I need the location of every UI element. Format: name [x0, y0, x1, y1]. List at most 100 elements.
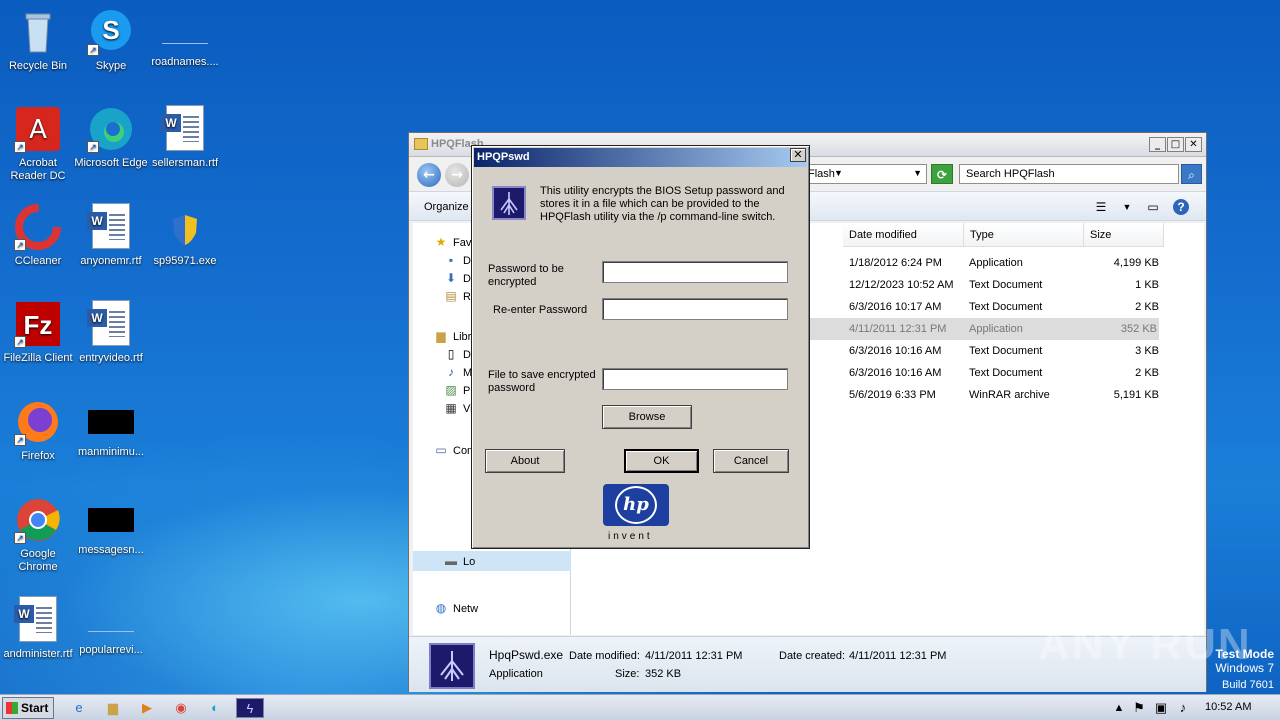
desktop-icon-skype[interactable]: S ↗ Skype	[73, 8, 149, 73]
desktop-icon-chrome[interactable]: ↗ Google Chrome	[0, 496, 76, 574]
desktop-icon: ▪	[448, 253, 454, 267]
minimize-button[interactable]: _	[1149, 137, 1166, 152]
reenter-password-label: Re-enter Password	[493, 304, 588, 316]
music-icon: ♪	[448, 365, 454, 379]
firefox-icon: ↗	[14, 398, 62, 446]
hpqpswd-dialog: HPQPswd ✕ This utility encrypts the BIOS…	[471, 145, 810, 549]
word-document-icon: W	[87, 203, 135, 251]
hpqpswd-taskbar-icon[interactable]: ϟ	[236, 698, 264, 718]
desktop-icon-ccleaner[interactable]: ↗ CCleaner	[0, 203, 76, 268]
volume-icon[interactable]: ♪	[1172, 698, 1194, 718]
windows-logo-icon	[6, 702, 18, 714]
file-thumbnail-icon	[162, 20, 208, 44]
file-thumbnail-icon	[88, 608, 134, 632]
acrobat-icon: A ↗	[14, 105, 62, 153]
ccleaner-icon: ↗	[14, 203, 62, 251]
search-icon[interactable]: ⌕	[1181, 164, 1202, 184]
edge-icon: ↗	[87, 105, 135, 153]
filezilla-icon: Fz ↗	[14, 300, 62, 348]
desktop-icon-entryvideo[interactable]: W entryvideo.rtf	[73, 300, 149, 365]
network-icon: ◍	[435, 601, 447, 615]
maximize-button[interactable]: □	[1167, 137, 1184, 152]
hp-logo: hp	[603, 484, 669, 526]
ok-button[interactable]: OK	[624, 449, 699, 473]
chrome-taskbar-icon[interactable]: ◉	[170, 698, 192, 718]
desktop-icon-anyonemr[interactable]: W anyonemr.rtf	[73, 203, 149, 268]
password-label: Password to be encrypted	[488, 263, 564, 288]
clock[interactable]: 10:52 AM	[1205, 701, 1251, 713]
file-thumbnail-icon	[88, 508, 134, 532]
network-icon[interactable]: ▣	[1150, 698, 1172, 718]
desktop-icon-sp95971[interactable]: sp95971.exe	[147, 203, 223, 268]
chevron-down-icon[interactable]: ▼	[1119, 199, 1135, 215]
desktop-icon-popularrevi[interactable]: popularrevi...	[73, 596, 149, 657]
desktop-icon-sellersman[interactable]: W sellersman.rtf	[147, 105, 223, 170]
internet-explorer-icon[interactable]: e	[68, 698, 90, 718]
close-button[interactable]: ✕	[1185, 137, 1202, 152]
forward-button[interactable]: →	[445, 163, 469, 187]
desktop-icon-filezilla[interactable]: Fz ↗ FileZilla Client	[0, 300, 76, 365]
edge-taskbar-icon[interactable]: ◐	[204, 698, 226, 718]
hpqpswd-app-icon	[429, 643, 475, 689]
svg-text:A: A	[29, 115, 47, 145]
desktop-icon-andminister[interactable]: W andminister.rtf	[0, 596, 76, 661]
help-icon[interactable]: ?	[1173, 199, 1189, 215]
tray-chevron-up-icon[interactable]: ▲	[1108, 698, 1130, 718]
password-input[interactable]	[602, 261, 788, 283]
preview-pane-icon[interactable]: ▭	[1145, 199, 1161, 215]
folder-icon	[414, 138, 428, 150]
media-player-icon[interactable]: ▶	[136, 698, 158, 718]
column-header-type[interactable]: Type	[964, 223, 1084, 247]
word-document-icon: W	[14, 596, 62, 644]
shortcut-arrow-icon: ↗	[14, 532, 26, 544]
address-input[interactable]: Flash ▼ ▼	[803, 164, 927, 184]
drive-icon: ▬	[445, 554, 457, 568]
word-document-icon: W	[161, 105, 209, 153]
test-mode-label: Test Mode	[1215, 647, 1274, 661]
explorer-taskbar-icon[interactable]: ▆	[102, 698, 124, 718]
desktop-icon-recycle-bin[interactable]: Recycle Bin	[0, 8, 76, 73]
libraries-icon: ▆	[436, 329, 446, 343]
taskbar: Start e ▆ ▶ ◉ ◐ ϟ ▲ ⚑ ▣ ♪ 10:52 AM	[0, 694, 1280, 720]
search-input[interactable]: Search HPQFlash	[959, 164, 1179, 184]
about-button[interactable]: About	[485, 449, 565, 473]
chevron-down-icon[interactable]: ▼	[834, 168, 843, 178]
desktop-icon-acrobat[interactable]: A ↗ Acrobat Reader DC	[0, 105, 76, 183]
organize-button[interactable]: Organize	[424, 201, 469, 213]
shortcut-arrow-icon: ↗	[14, 239, 26, 251]
desktop-icon-roadnames[interactable]: roadnames....	[147, 8, 223, 69]
shortcut-arrow-icon: ↗	[14, 141, 26, 153]
desktop-icon-edge[interactable]: ↗ Microsoft Edge	[73, 105, 149, 170]
desktop-icon-manminimu[interactable]: manminimu...	[73, 398, 149, 459]
dialog-titlebar[interactable]: HPQPswd	[474, 148, 807, 167]
shortcut-arrow-icon: ↗	[87, 141, 99, 153]
details-file-name: HpqPswd.exe	[489, 648, 564, 662]
documents-icon: ▯	[447, 347, 455, 361]
start-button[interactable]: Start	[2, 697, 54, 719]
file-path-input[interactable]	[602, 368, 788, 390]
nav-item-local-disk[interactable]: ▬ Lo	[443, 552, 583, 570]
shield-icon	[161, 203, 209, 251]
dialog-close-button[interactable]: ✕	[790, 148, 806, 162]
star-icon: ★	[435, 235, 447, 249]
view-options-icon[interactable]: ☰	[1093, 199, 1109, 215]
back-button[interactable]: ←	[417, 163, 441, 187]
hp-tagline: invent	[608, 531, 653, 542]
browse-button[interactable]: Browse	[602, 405, 692, 429]
svg-text:S: S	[102, 15, 119, 45]
shortcut-arrow-icon: ↗	[87, 44, 99, 56]
pictures-icon: ▨	[445, 383, 457, 397]
desktop-icon-messagesn[interactable]: messagesn...	[73, 496, 149, 557]
desktop-icon-firefox[interactable]: ↗ Firefox	[0, 398, 76, 463]
refresh-button[interactable]: ⟳	[931, 164, 953, 184]
skype-icon: S ↗	[87, 8, 135, 56]
chevron-down-icon[interactable]: ▼	[913, 168, 922, 178]
table-row-selected[interactable]: 4/11/2011 12:31 PM Application 352 KB	[803, 318, 1159, 340]
reenter-password-input[interactable]	[602, 298, 788, 320]
column-header-date-modified[interactable]: Date modified	[843, 223, 964, 247]
cancel-button[interactable]: Cancel	[713, 449, 789, 473]
column-header-size[interactable]: Size	[1084, 223, 1164, 247]
action-center-flag-icon[interactable]: ⚑	[1128, 698, 1150, 718]
dialog-description: This utility encrypts the BIOS Setup pas…	[540, 185, 785, 223]
nav-item-network[interactable]: ◍ Netw	[433, 599, 573, 617]
